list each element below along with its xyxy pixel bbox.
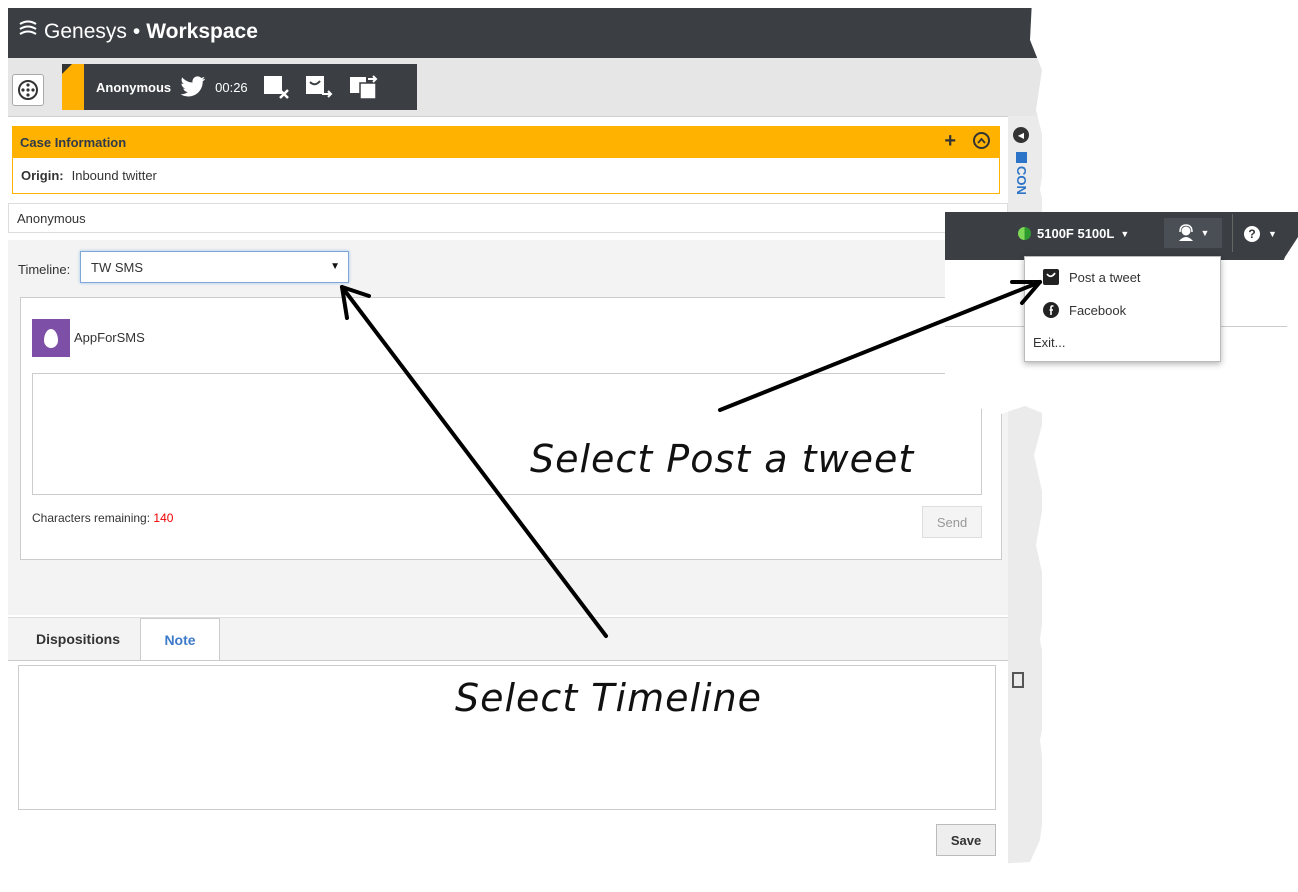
annotation-select-timeline: Select Timeline [455,676,763,720]
annotation-select-post-tweet: Select Post a tweet [530,437,915,481]
arrow-to-post-tweet [718,280,1042,412]
